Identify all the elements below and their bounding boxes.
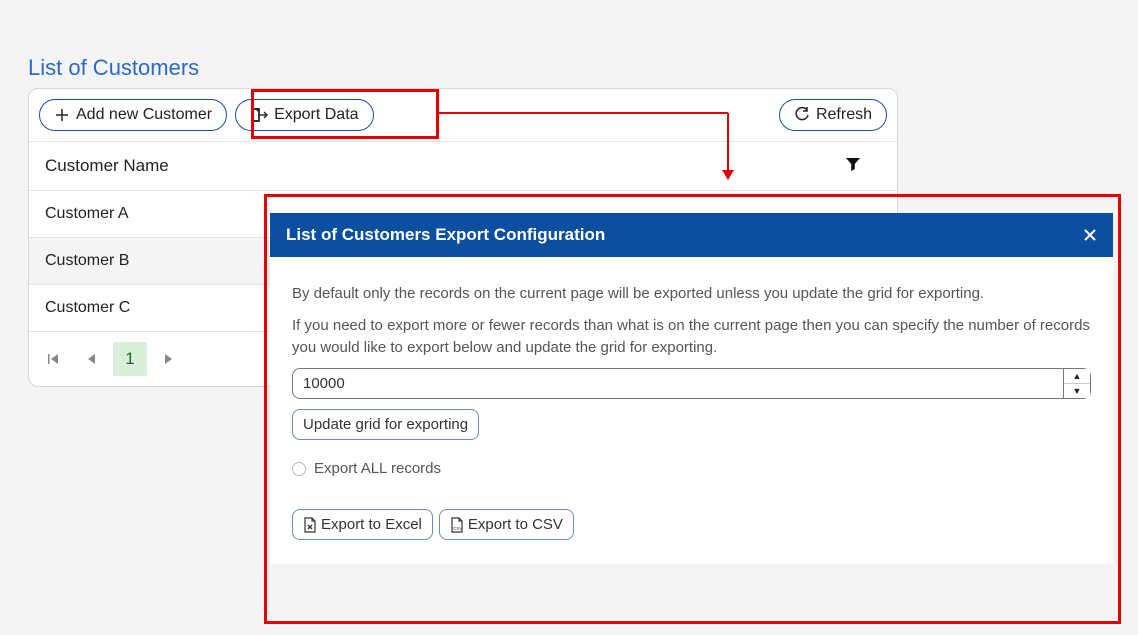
dialog-description-2: If you need to export more or fewer reco…	[292, 315, 1091, 359]
record-count-input[interactable]	[292, 368, 1063, 399]
add-customer-button[interactable]: Add new Customer	[39, 99, 227, 131]
refresh-button[interactable]: Refresh	[779, 99, 887, 131]
first-page-icon	[47, 352, 61, 366]
excel-file-icon	[303, 517, 317, 533]
dialog-title: List of Customers Export Configuration	[286, 225, 605, 245]
dialog-body: By default only the records on the curre…	[270, 257, 1113, 564]
spinner-up-button[interactable]: ▲	[1064, 369, 1090, 384]
filter-icon[interactable]	[845, 156, 881, 176]
dialog-description-1: By default only the records on the curre…	[292, 283, 1091, 305]
toolbar: Add new Customer Export Data Refresh	[29, 89, 897, 142]
cell-name: Customer C	[45, 299, 130, 316]
refresh-label: Refresh	[816, 106, 872, 124]
plus-icon	[54, 107, 70, 123]
add-customer-label: Add new Customer	[76, 106, 212, 124]
record-count-row: ▲ ▼	[292, 368, 1091, 399]
export-icon	[250, 107, 268, 123]
panel-title: List of Customers	[28, 55, 199, 81]
export-csv-label: Export to CSV	[468, 516, 563, 533]
update-grid-button[interactable]: Update grid for exporting	[292, 409, 479, 440]
export-csv-button[interactable]: CSV Export to CSV	[439, 509, 574, 540]
cell-name: Customer B	[45, 252, 129, 269]
pager-first-button[interactable]	[37, 342, 71, 376]
cell-name: Customer A	[45, 205, 129, 222]
prev-page-icon	[85, 352, 99, 366]
export-data-button[interactable]: Export Data	[235, 99, 373, 131]
grid-header: Customer Name	[29, 142, 897, 191]
record-count-spinner: ▲ ▼	[1063, 368, 1091, 399]
export-excel-button[interactable]: Export to Excel	[292, 509, 433, 540]
dialog-header: List of Customers Export Configuration	[270, 213, 1113, 257]
spinner-down-button[interactable]: ▼	[1064, 384, 1090, 398]
pager-next-button[interactable]	[151, 342, 185, 376]
next-page-icon	[161, 352, 175, 366]
pager-prev-button[interactable]	[75, 342, 109, 376]
export-config-dialog: List of Customers Export Configuration B…	[270, 213, 1113, 564]
export-data-label: Export Data	[274, 106, 358, 124]
radio-icon	[292, 462, 306, 476]
pager-current-page: 1	[113, 342, 147, 376]
csv-file-icon: CSV	[450, 517, 464, 533]
export-all-label: Export ALL records	[314, 460, 441, 477]
svg-text:CSV: CSV	[453, 526, 462, 531]
export-excel-label: Export to Excel	[321, 516, 422, 533]
dialog-close-button[interactable]	[1083, 228, 1097, 242]
column-header-name[interactable]: Customer Name	[45, 156, 169, 176]
close-icon	[1083, 228, 1097, 242]
update-grid-label: Update grid for exporting	[303, 416, 468, 433]
refresh-icon	[794, 107, 810, 123]
export-all-option[interactable]: Export ALL records	[292, 460, 1091, 477]
